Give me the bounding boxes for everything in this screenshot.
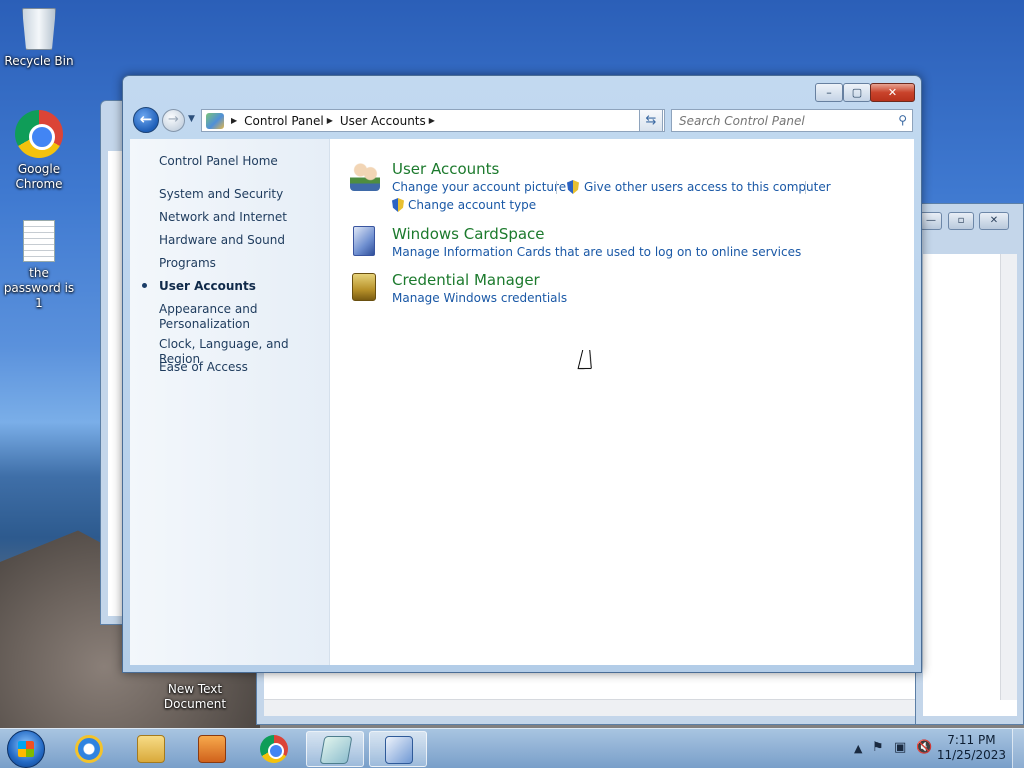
- nav-user-accounts[interactable]: User Accounts: [159, 279, 324, 294]
- taskbar-media-player[interactable]: [183, 731, 241, 767]
- category-pane: User Accounts Change your account pictur…: [345, 139, 914, 665]
- background-window-right[interactable]: — ▫ ✕: [915, 203, 1024, 725]
- vertical-scrollbar[interactable]: [1000, 254, 1017, 700]
- folder-icon: [137, 735, 165, 763]
- network-icon[interactable]: ▣: [894, 740, 906, 755]
- uac-shield-icon: [392, 198, 404, 212]
- system-tray: ▲ ⚑ ▣ 🔇 7:11 PM 11/25/2023: [834, 729, 1024, 768]
- breadcrumb-control-panel[interactable]: Control Panel: [244, 114, 324, 128]
- maximize-button[interactable]: ▫: [948, 212, 974, 230]
- desktop-icon-label: Recycle Bin: [4, 54, 74, 68]
- close-button[interactable]: ✕: [979, 212, 1009, 230]
- taskbar-notepad[interactable]: [306, 731, 364, 767]
- chevron-right-icon[interactable]: ▶: [429, 116, 435, 125]
- breadcrumb-user-accounts[interactable]: User Accounts: [340, 114, 426, 128]
- taskbar: ▲ ⚑ ▣ 🔇 7:11 PM 11/25/2023: [0, 728, 1024, 768]
- nav-appearance-and-personalization[interactable]: Appearance and Personalization: [159, 302, 269, 332]
- taskbar-control-panel[interactable]: [369, 731, 427, 767]
- nav-programs[interactable]: Programs: [159, 256, 324, 271]
- link-change-account-picture[interactable]: Change your account picture: [392, 180, 566, 194]
- search-icon[interactable]: ⚲: [898, 113, 907, 127]
- close-button[interactable]: ✕: [870, 83, 915, 102]
- uac-shield-icon: [567, 180, 579, 194]
- text-file-icon: [23, 220, 55, 262]
- chrome-icon: [15, 110, 63, 158]
- minimize-button[interactable]: —: [920, 212, 942, 230]
- link-divider: [805, 181, 806, 194]
- horizontal-scrollbar[interactable]: [264, 699, 915, 716]
- clock[interactable]: 7:11 PM 11/25/2023: [937, 733, 1006, 763]
- desktop-icon-label: the password is 1: [3, 266, 75, 310]
- nav-ease-of-access[interactable]: Ease of Access: [159, 360, 324, 375]
- refresh-button[interactable]: ⇆: [639, 109, 663, 132]
- desktop-icon-chrome[interactable]: Google Chrome: [1, 110, 77, 192]
- back-button[interactable]: ←: [133, 107, 159, 133]
- minimize-button[interactable]: –: [815, 83, 843, 102]
- taskbar-chrome[interactable]: [245, 731, 303, 767]
- nav-network-and-internet[interactable]: Network and Internet: [159, 210, 324, 225]
- link-divider: [556, 181, 557, 194]
- link-manage-windows-credentials[interactable]: Manage Windows credentials: [392, 291, 567, 305]
- taskbar-windows-explorer[interactable]: [122, 731, 180, 767]
- active-bullet-icon: [142, 283, 147, 288]
- forward-button[interactable]: →: [162, 109, 185, 132]
- media-player-icon: [198, 735, 226, 763]
- desktop-icon-label: Google Chrome: [15, 162, 63, 191]
- cardspace-icon[interactable]: [353, 226, 375, 256]
- search-box[interactable]: ⚲: [671, 109, 913, 132]
- desktop-icon-label: New Text Document: [163, 682, 227, 711]
- nav-hardware-and-sound[interactable]: Hardware and Sound: [159, 233, 324, 248]
- clock-time: 7:11 PM: [947, 733, 996, 747]
- link-give-other-users-access[interactable]: Give other users access to this computer: [584, 180, 831, 194]
- control-panel-icon: [385, 736, 413, 764]
- desktop-icon-new-text-document[interactable]: New Text Document: [157, 682, 233, 712]
- volume-muted-icon[interactable]: 🔇: [916, 740, 932, 755]
- address-bar[interactable]: ▶ Control Panel ▶ User Accounts ▶ ▼: [201, 109, 665, 132]
- link-change-account-type[interactable]: Change account type: [408, 198, 536, 212]
- show-hidden-icons-icon[interactable]: ▲: [854, 742, 862, 755]
- credential-manager-icon[interactable]: [352, 273, 376, 301]
- recycle-bin-icon: [22, 8, 56, 50]
- control-panel-window[interactable]: – ▢ ✕ ← → ▼ ▶ Control Panel ▶ User Accou…: [122, 75, 922, 673]
- category-title-windows-cardspace[interactable]: Windows CardSpace: [392, 225, 545, 243]
- navigation-bar: ← → ▼ ▶ Control Panel ▶ User Accounts ▶ …: [131, 106, 913, 134]
- clock-date: 11/25/2023: [936, 748, 1006, 762]
- recent-pages-dropdown[interactable]: ▼: [188, 114, 195, 124]
- control-panel-icon: [206, 112, 224, 129]
- left-navigation-pane: Control Panel Home System and Security N…: [130, 139, 330, 665]
- category-title-user-accounts[interactable]: User Accounts: [392, 160, 499, 178]
- chevron-right-icon[interactable]: ▶: [231, 116, 237, 125]
- search-input[interactable]: [672, 113, 882, 128]
- chrome-icon: [260, 735, 288, 763]
- start-button[interactable]: [7, 730, 45, 768]
- maximize-button[interactable]: ▢: [843, 83, 871, 102]
- nav-control-panel-home[interactable]: Control Panel Home: [159, 154, 324, 169]
- link-manage-information-cards[interactable]: Manage Information Cards that are used t…: [392, 245, 801, 259]
- content-area: Control Panel Home System and Security N…: [130, 139, 914, 665]
- internet-explorer-icon: [75, 735, 103, 763]
- nav-system-and-security[interactable]: System and Security: [159, 187, 324, 202]
- show-desktop-button[interactable]: [1012, 729, 1024, 768]
- category-title-credential-manager[interactable]: Credential Manager: [392, 271, 540, 289]
- action-center-flag-icon[interactable]: ⚑: [872, 740, 884, 755]
- user-accounts-icon[interactable]: [350, 161, 380, 191]
- notepad-icon: [319, 736, 353, 764]
- desktop-icon-recycle-bin[interactable]: Recycle Bin: [1, 8, 77, 69]
- desktop-icon-password-file[interactable]: the password is 1: [1, 220, 77, 311]
- background-window-notepad[interactable]: [256, 672, 916, 725]
- chevron-right-icon[interactable]: ▶: [327, 116, 333, 125]
- taskbar-internet-explorer[interactable]: [60, 731, 118, 767]
